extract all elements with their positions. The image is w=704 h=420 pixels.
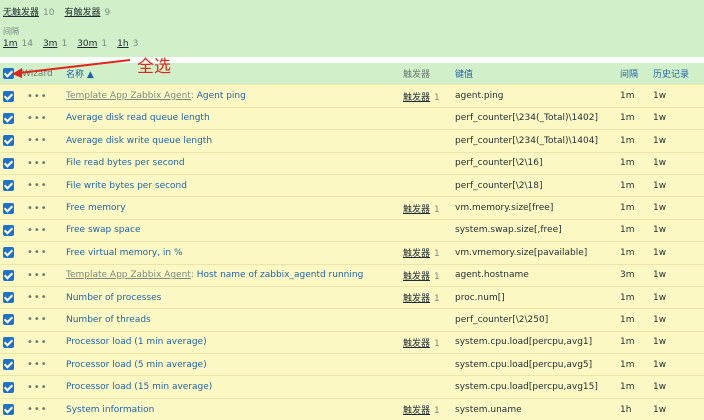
item-triggers-link[interactable]: 触发器: [403, 406, 430, 416]
item-interval: 1h: [620, 404, 632, 415]
select-all-annotation: 全选: [137, 57, 171, 77]
annotation-arrow: [12, 59, 131, 78]
item-name-link[interactable]: System information: [66, 405, 154, 415]
row-checkbox-cell: [0, 398, 22, 420]
item-key: system.uname: [455, 404, 522, 415]
item-name-cell: System information: [66, 398, 403, 420]
table-row: ••• System information 触发器 1 system.uname 1h 1…: [0, 398, 704, 420]
more-options-icon[interactable]: •••: [27, 404, 48, 415]
row-checkbox[interactable]: [3, 404, 14, 416]
item-triggers-cell: 触发器 1: [403, 398, 455, 420]
row-wizard-cell: •••: [22, 398, 66, 420]
item-history: 1w: [653, 404, 667, 415]
item-trigger-count: 1: [434, 406, 440, 417]
